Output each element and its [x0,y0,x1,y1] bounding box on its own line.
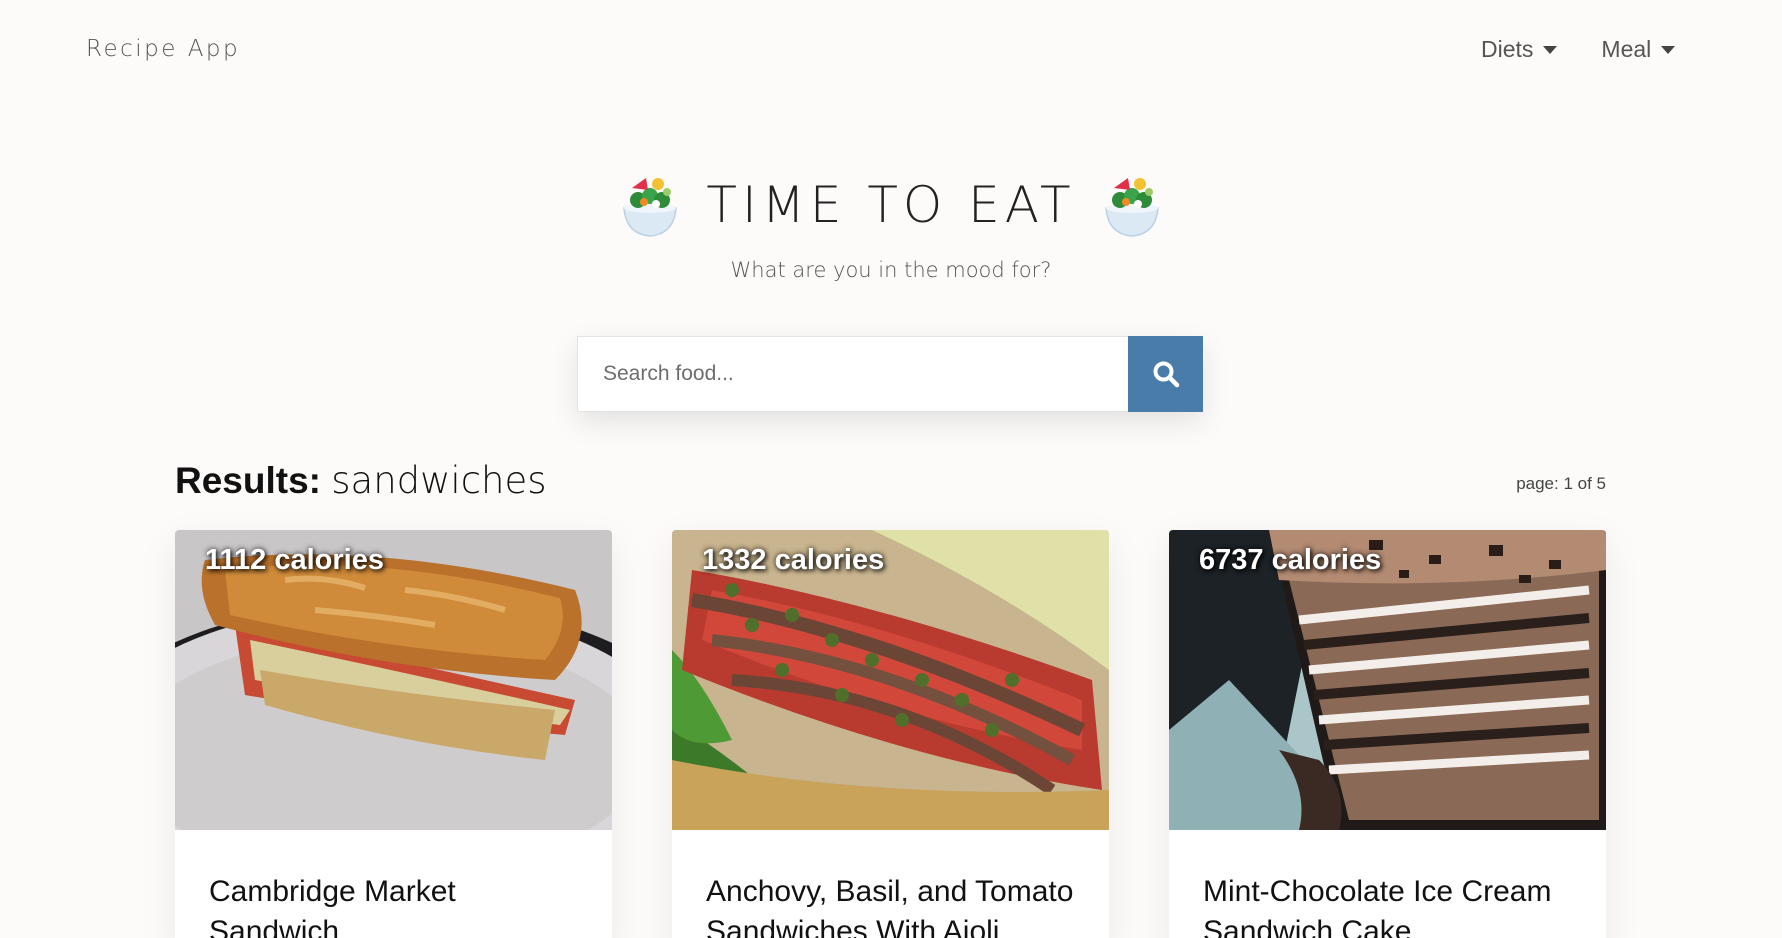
calories-badge: 1332 calories [702,544,885,576]
page-indicator: page: 1 of 5 [1516,474,1606,493]
hero-title: TIME TO EAT [706,176,1076,234]
caret-down-icon [1543,45,1558,54]
recipe-image: 6737 calories [1169,530,1606,830]
brand-logo[interactable]: Recipe App [86,36,240,62]
meal-dropdown[interactable]: Meal [1601,36,1676,63]
recipe-title: Anchovy, Basil, and Tomato Sandwiches Wi… [706,875,1074,938]
page: Recipe App Diets Meal TIME TO EAT What a… [0,0,1782,938]
diets-dropdown[interactable]: Diets [1481,36,1558,63]
search-input[interactable] [577,336,1128,412]
hero-title-row: TIME TO EAT [0,170,1782,240]
diets-label: Diets [1481,36,1534,62]
recipe-image: 1332 calories [672,530,1109,830]
search-button[interactable] [1128,336,1203,412]
recipe-grid: 1112 calories Cambridge Market Sandwich [175,530,1606,938]
green-salad-icon [623,178,678,237]
recipe-card[interactable]: 1112 calories Cambridge Market Sandwich [175,530,612,938]
calories-badge: 1112 calories [205,544,384,576]
results-query: sandwiches [331,459,547,502]
results-label: Results: [175,460,321,501]
recipe-card[interactable]: 6737 calories Mint-Chocolate Ice Cream S… [1169,530,1606,938]
calories-badge: 6737 calories [1199,544,1382,576]
results-heading: Results: sandwiches [175,459,547,502]
recipe-image: 1112 calories [175,530,612,830]
recipe-title: Cambridge Market Sandwich [209,875,456,938]
nav-menu: Diets Meal [1481,36,1676,63]
search-bar [577,336,1203,412]
meal-label: Meal [1601,36,1652,62]
hero-subtitle: What are you in the mood for? [730,258,1052,282]
green-salad-icon [1104,178,1159,237]
recipe-title: Mint-Chocolate Ice Cream Sandwich Cake [1203,875,1552,938]
search-icon [1153,361,1179,388]
caret-down-icon [1661,45,1676,54]
recipe-card[interactable]: 1332 calories Anchovy, Basil, and Tomato… [672,530,1109,938]
